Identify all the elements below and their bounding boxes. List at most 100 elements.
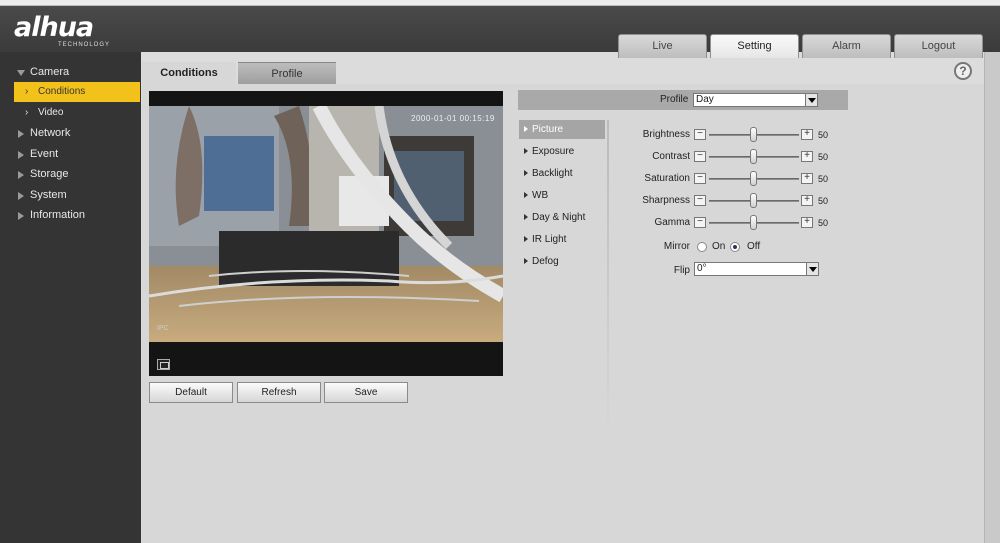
- expand-arrow-icon: [17, 70, 25, 76]
- brightness-plus-button[interactable]: +: [801, 129, 813, 140]
- menu-item-label: Backlight: [532, 168, 573, 179]
- flip-select[interactable]: 0°: [694, 262, 819, 276]
- profile-bar: Profile Day: [518, 90, 848, 110]
- brightness-label: Brightness: [642, 129, 690, 140]
- sidebar-item-label: Network: [30, 127, 71, 139]
- arrow-right-icon: [524, 214, 528, 220]
- sidebar-item-label: Event: [30, 148, 59, 160]
- menu-item-label: Day & Night: [532, 212, 586, 223]
- contrast-value: 50: [818, 152, 829, 162]
- fullscreen-icon[interactable]: [157, 359, 170, 370]
- mirror-label: Mirror: [663, 241, 690, 252]
- sidebar: Camera › Conditions › Video Network Even…: [0, 52, 141, 543]
- collapse-arrow-icon: [18, 151, 24, 159]
- menu-item-label: IR Light: [532, 234, 567, 245]
- chevron-right-icon: ›: [25, 86, 29, 97]
- menu-divider: [607, 120, 609, 440]
- menu-item-label: Picture: [532, 124, 564, 135]
- profile-select[interactable]: Day: [693, 93, 818, 107]
- gamma-plus-button[interactable]: +: [801, 217, 813, 228]
- collapse-arrow-icon: [18, 130, 24, 138]
- sidebar-item-video[interactable]: › Video: [0, 103, 141, 123]
- sharpness-value: 50: [818, 196, 829, 206]
- sidebar-item-label: Conditions: [38, 86, 86, 97]
- sidebar-item-label: Information: [30, 209, 86, 221]
- arrow-right-icon: [524, 258, 528, 264]
- menu-item-defog[interactable]: Defog: [519, 252, 605, 271]
- sidebar-item-network[interactable]: Network: [0, 123, 141, 143]
- sidebar-item-conditions[interactable]: › Conditions: [14, 82, 140, 102]
- sidebar-item-event[interactable]: Event: [0, 144, 141, 164]
- video-channel-label: IPC: [157, 325, 169, 332]
- save-button[interactable]: Save: [324, 382, 408, 403]
- menu-item-label: Defog: [532, 256, 559, 267]
- page-scrollbar[interactable]: [984, 52, 1000, 543]
- mirror-off-radio[interactable]: [730, 242, 740, 252]
- default-button[interactable]: Default: [149, 382, 233, 403]
- chevron-down-icon: [806, 263, 818, 275]
- tab-profile-management[interactable]: Profile Management: [238, 62, 336, 102]
- menu-item-backlight[interactable]: Backlight: [519, 164, 605, 183]
- gamma-minus-button[interactable]: −: [694, 217, 706, 228]
- sidebar-item-label: Video: [38, 107, 64, 118]
- flip-select-value: 0°: [697, 263, 707, 274]
- saturation-slider-thumb[interactable]: [750, 171, 757, 186]
- menu-item-wb[interactable]: WB: [519, 186, 605, 205]
- gamma-value: 50: [818, 218, 829, 228]
- app-header: alhua TECHNOLOGY Live Setting Alarm Logo…: [0, 6, 1000, 58]
- menu-item-day-night[interactable]: Day & Night: [519, 208, 605, 227]
- sidebar-item-label: Storage: [30, 168, 69, 180]
- saturation-label: Saturation: [644, 173, 690, 184]
- help-icon[interactable]: ?: [954, 62, 972, 80]
- mirror-on-label: On: [712, 241, 726, 252]
- collapse-arrow-icon: [18, 171, 24, 179]
- camera-image: [149, 106, 503, 342]
- contrast-minus-button[interactable]: −: [694, 151, 706, 162]
- collapse-arrow-icon: [18, 192, 24, 200]
- sidebar-item-information[interactable]: Information: [0, 205, 141, 225]
- tab-conditions[interactable]: Conditions: [142, 62, 236, 84]
- arrow-right-icon: [524, 148, 528, 154]
- camera-frame: 2000-01-01 00:15:19 IPC: [149, 106, 503, 342]
- video-timestamp: 2000-01-01 00:15:19: [411, 114, 495, 123]
- menu-item-label: Exposure: [532, 146, 575, 157]
- saturation-minus-button[interactable]: −: [694, 173, 706, 184]
- refresh-button[interactable]: Refresh: [237, 382, 321, 403]
- brightness-value: 50: [818, 130, 829, 140]
- arrow-right-icon: [524, 126, 528, 132]
- flip-label: Flip: [673, 265, 690, 276]
- contrast-slider-thumb[interactable]: [750, 149, 757, 164]
- chevron-down-icon: [805, 94, 817, 106]
- brightness-slider-thumb[interactable]: [750, 127, 757, 142]
- sharpness-plus-button[interactable]: +: [801, 195, 813, 206]
- settings-panel: 2000-01-01 00:15:19 IPC Default Refresh …: [142, 84, 984, 543]
- sidebar-item-storage[interactable]: Storage: [0, 164, 141, 184]
- brand-tagline: TECHNOLOGY: [58, 42, 111, 48]
- saturation-value: 50: [818, 174, 829, 184]
- sidebar-item-system[interactable]: System: [0, 185, 141, 205]
- menu-item-exposure[interactable]: Exposure: [519, 142, 605, 161]
- menu-item-picture[interactable]: Picture: [519, 120, 605, 139]
- saturation-plus-button[interactable]: +: [801, 173, 813, 184]
- video-preview: 2000-01-01 00:15:19 IPC: [149, 91, 503, 376]
- sidebar-item-label: System: [30, 189, 67, 201]
- sidebar-item-camera[interactable]: Camera: [0, 62, 141, 82]
- brightness-minus-button[interactable]: −: [694, 129, 706, 140]
- gamma-label: Gamma: [654, 217, 690, 228]
- content-area: Conditions Profile Management ?: [141, 52, 984, 543]
- mirror-on-radio[interactable]: [697, 242, 707, 252]
- contrast-label: Contrast: [652, 151, 690, 162]
- menu-item-ir-light[interactable]: IR Light: [519, 230, 605, 249]
- sharpness-slider-thumb[interactable]: [750, 193, 757, 208]
- brand-logo: alhua: [14, 12, 94, 43]
- mirror-off-label: Off: [747, 241, 761, 252]
- chevron-right-icon: ›: [25, 107, 29, 118]
- contrast-plus-button[interactable]: +: [801, 151, 813, 162]
- gamma-slider-thumb[interactable]: [750, 215, 757, 230]
- menu-item-label: WB: [532, 190, 549, 201]
- profile-label: Profile: [660, 94, 689, 105]
- sidebar-item-label: Camera: [30, 66, 70, 78]
- sharpness-minus-button[interactable]: −: [694, 195, 706, 206]
- sharpness-label: Sharpness: [642, 195, 690, 206]
- collapse-arrow-icon: [18, 212, 24, 220]
